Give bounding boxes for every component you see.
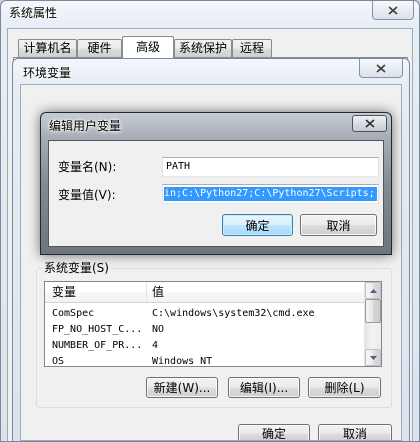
variable-value-label: 变量值(V): — [58, 188, 116, 202]
variable-value-selected-text: in;C:\Python27;C:\Python27\Scripts; — [164, 187, 377, 201]
table-row[interactable]: ComSpec C:\windows\system32\cmd.exe — [45, 306, 364, 322]
list-header: 变量 值 — [45, 282, 364, 303]
edit-user-variable-title: 编辑用户变量 — [49, 119, 122, 133]
list-scrollbar[interactable] — [364, 282, 381, 366]
variable-name-cell: FP_NO_HOST_C... — [52, 324, 143, 335]
edit-user-variable-body: 变量名(N): PATH 变量值(V): in;C:\Python27;C:\P… — [48, 140, 384, 247]
tab-hardware[interactable]: 硬件 — [77, 39, 122, 57]
variable-value-input[interactable]: in;C:\Python27;C:\Python27\Scripts; — [162, 184, 379, 204]
variable-value-cell: NO — [152, 324, 165, 335]
edit-dialog-close-button[interactable] — [352, 115, 387, 132]
edit-ok-button[interactable]: 确定 — [222, 214, 293, 236]
variable-value-cell: C:\windows\system32\cmd.exe — [152, 308, 315, 319]
column-divider[interactable] — [146, 282, 147, 302]
system-properties-close-button[interactable] — [372, 1, 414, 20]
system-properties-title: 系统属性 — [9, 6, 58, 20]
table-row[interactable]: OS Windows_NT — [45, 354, 364, 366]
table-row[interactable]: NUMBER_OF_PR... 4 — [45, 338, 364, 354]
variable-name-text: PATH — [166, 161, 191, 172]
environment-variables-title: 环境变量 — [23, 66, 72, 80]
variable-value-cell: 4 — [152, 340, 159, 351]
edit-variable-button[interactable]: 编辑(I)... — [228, 377, 300, 398]
table-row[interactable]: FP_NO_HOST_C... NO — [45, 322, 364, 338]
tab-computer-name[interactable]: 计算机名 — [18, 39, 77, 57]
column-header-value[interactable]: 值 — [152, 282, 164, 302]
tab-advanced[interactable]: 高级 — [122, 36, 174, 58]
environment-variables-close-button[interactable] — [359, 59, 403, 78]
scroll-up-arrow-icon — [369, 288, 377, 293]
variable-name-input[interactable]: PATH — [162, 157, 379, 177]
variable-name-cell: NUMBER_OF_PR... — [52, 340, 143, 351]
ok-button[interactable]: 确定 — [238, 424, 310, 440]
scroll-up-button[interactable] — [365, 282, 381, 299]
variable-value-cell: Windows_NT — [152, 356, 213, 366]
close-icon — [388, 5, 398, 15]
variable-name-label: 变量名(N): — [58, 160, 117, 174]
column-header-variable[interactable]: 变量 — [52, 282, 76, 302]
scroll-down-button[interactable] — [365, 349, 381, 366]
variable-name-cell: OS — [52, 356, 65, 366]
scroll-thumb[interactable] — [365, 299, 381, 323]
system-variables-list[interactable]: 变量 值 ComSpec C:\windows\system32\cmd.exe… — [44, 281, 382, 367]
close-icon — [364, 119, 375, 128]
system-variables-label: 系统变量(S) — [42, 261, 111, 275]
scroll-down-arrow-icon — [369, 355, 377, 360]
edit-user-variable-dialog: 编辑用户变量 变量名(N): PATH 变量值(V): in;C:\Python… — [40, 112, 392, 255]
delete-variable-button[interactable]: 删除(L) — [308, 377, 381, 398]
variable-name-cell: ComSpec — [52, 308, 95, 319]
tab-system-protection[interactable]: 系统保护 — [174, 39, 232, 57]
cancel-button[interactable]: 取消 — [318, 424, 392, 440]
close-icon — [376, 63, 386, 73]
tab-remote[interactable]: 远程 — [232, 39, 272, 57]
new-variable-button[interactable]: 新建(W)... — [146, 377, 218, 398]
edit-cancel-button[interactable]: 取消 — [300, 214, 377, 236]
